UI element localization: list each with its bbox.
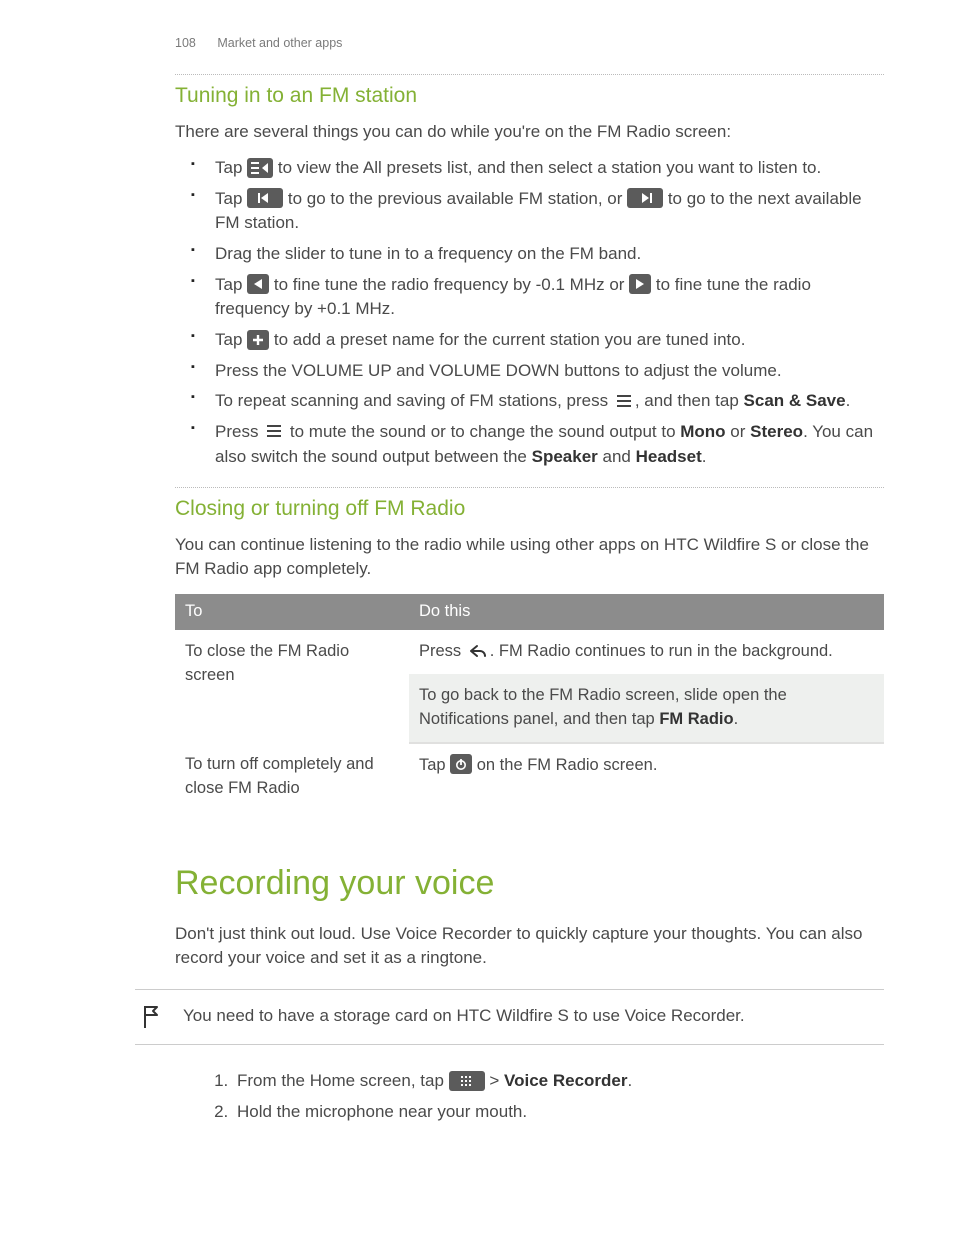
- table-row: To turn off completely and close FM Radi…: [175, 743, 884, 811]
- note-text: You need to have a storage card on HTC W…: [183, 1004, 745, 1029]
- flag-icon: [141, 1004, 161, 1030]
- col-do: Do this: [409, 594, 884, 630]
- intro-tuning: There are several things you can do whil…: [175, 120, 884, 145]
- list-item: Tap to go to the previous available FM s…: [209, 187, 884, 236]
- add-preset-icon: [247, 330, 269, 350]
- close-instructions-table: To Do this To close the FM Radio screen …: [175, 594, 884, 811]
- table-row: To close the FM Radio screen Press . FM …: [175, 630, 884, 674]
- next-station-icon: [627, 188, 663, 208]
- list-item: Tap to fine tune the radio frequency by …: [209, 273, 884, 322]
- divider: [175, 487, 884, 488]
- power-icon: [450, 754, 472, 774]
- fine-tune-down-icon: [247, 274, 269, 294]
- recording-steps: From the Home screen, tap > Voice Record…: [175, 1069, 884, 1124]
- divider: [175, 74, 884, 75]
- tuning-list: Tap to view the All presets list, and th…: [175, 156, 884, 469]
- heading-tuning: Tuning in to an FM station: [175, 81, 884, 111]
- list-item: Press to mute the sound or to change the…: [209, 420, 884, 469]
- note-storage-card: You need to have a storage card on HTC W…: [135, 989, 884, 1045]
- intro-closing: You can continue listening to the radio …: [175, 533, 884, 582]
- menu-icon: [613, 392, 635, 410]
- fine-tune-up-icon: [629, 274, 651, 294]
- apps-grid-icon: [449, 1071, 485, 1091]
- list-item: Press the VOLUME UP and VOLUME DOWN butt…: [209, 359, 884, 384]
- page-content: 108 Market and other apps Tuning in to a…: [0, 0, 954, 1170]
- previous-station-icon: [247, 188, 283, 208]
- heading-closing: Closing or turning off FM Radio: [175, 494, 884, 524]
- col-to: To: [175, 594, 409, 630]
- page-number: 108: [175, 36, 196, 50]
- back-arrow-icon: [466, 642, 490, 660]
- running-header: 108 Market and other apps: [175, 34, 884, 52]
- section-name: Market and other apps: [217, 36, 342, 50]
- list-item: Hold the microphone near your mouth.: [233, 1100, 884, 1125]
- list-item: Tap to add a preset name for the current…: [209, 328, 884, 353]
- intro-recording: Don't just think out loud. Use Voice Rec…: [175, 922, 884, 971]
- list-item: From the Home screen, tap > Voice Record…: [233, 1069, 884, 1094]
- list-item: Drag the slider to tune in to a frequenc…: [209, 242, 884, 267]
- heading-recording: Recording your voice: [175, 859, 884, 908]
- list-item: To repeat scanning and saving of FM stat…: [209, 389, 884, 414]
- menu-icon: [263, 422, 285, 440]
- presets-list-icon: [247, 158, 273, 178]
- list-item: Tap to view the All presets list, and th…: [209, 156, 884, 181]
